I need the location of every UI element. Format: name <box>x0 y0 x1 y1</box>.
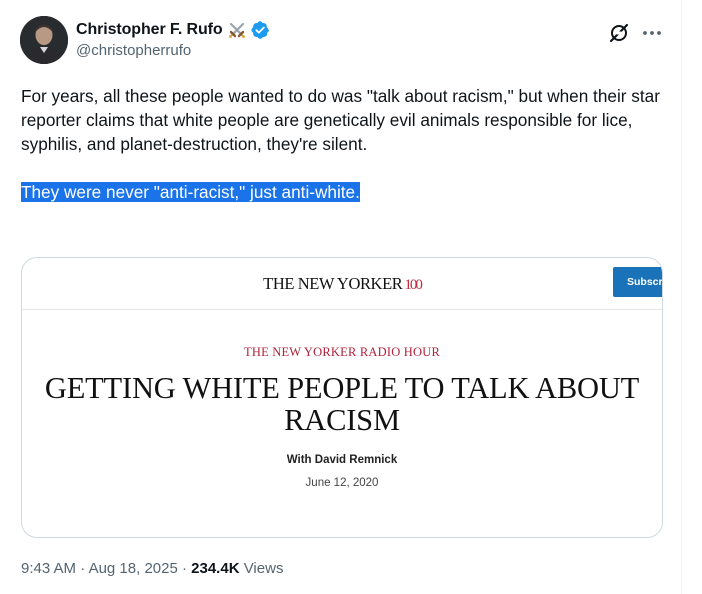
avatar-image <box>20 16 68 64</box>
new-yorker-logo: THE NEW YORKER 100 <box>22 274 662 294</box>
views-label: Views <box>243 560 284 577</box>
logo-suffix: 100 <box>404 277 422 293</box>
tweet-date[interactable]: Aug 18, 2025 <box>89 560 178 577</box>
tweet-text: For years, all these people wanted to do… <box>21 84 661 204</box>
article-headline: GETTING WHITE PEOPLE TO TALK ABOUT RACIS… <box>44 371 640 437</box>
logo-text: THE NEW YORKER <box>263 274 403 293</box>
article-kicker: THE NEW YORKER RADIO HOUR <box>244 345 440 359</box>
handle[interactable]: @christopherrufo <box>76 42 270 59</box>
grok-icon[interactable] <box>608 22 630 44</box>
more-icon[interactable] <box>640 22 664 44</box>
article-byline: With David Remnick <box>286 454 398 466</box>
tweet-paragraph-1: For years, all these people wanted to do… <box>21 86 660 154</box>
right-border <box>681 0 682 594</box>
tweet-paragraph-2: They were never "anti-racist," just anti… <box>21 180 661 204</box>
name-row: Christopher F. Rufo <box>76 20 270 40</box>
meta-separator: · <box>181 560 187 577</box>
author-block: Christopher F. Rufo @christopherrufo <box>76 20 270 59</box>
meta-separator: · <box>80 560 86 577</box>
tweet-header: Christopher F. Rufo @christopherrufo <box>20 16 666 64</box>
tweet-time[interactable]: 9:43 AM <box>21 560 76 577</box>
article-date: June 12, 2020 <box>305 477 379 489</box>
subscribe-button[interactable]: Subscri <box>613 267 662 297</box>
display-name[interactable]: Christopher F. Rufo <box>76 21 223 39</box>
verified-badge-icon[interactable] <box>250 20 270 40</box>
tweet-meta: 9:43 AM · Aug 18, 2025 · 234.4K Views <box>21 560 283 577</box>
link-preview-card[interactable]: THE NEW YORKER 100 Subscri THE NEW YORKER… <box>21 257 663 538</box>
selected-text: They were never "anti-racist," just anti… <box>21 182 360 202</box>
avatar[interactable] <box>20 16 68 64</box>
views-count: 234.4K <box>191 560 240 577</box>
crossed-swords-icon <box>228 22 245 38</box>
